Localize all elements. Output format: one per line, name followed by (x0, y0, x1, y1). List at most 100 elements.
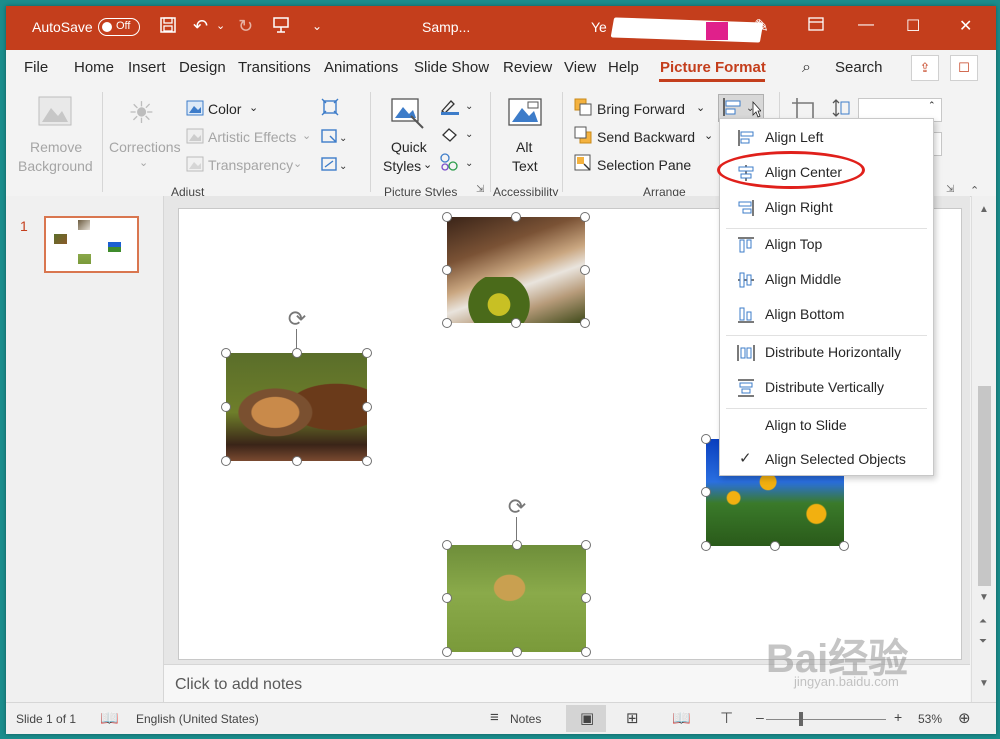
selection-handle[interactable] (442, 212, 452, 222)
rotate-handle-icon[interactable]: ⟳ (505, 495, 529, 519)
tab-file[interactable]: File (24, 59, 48, 76)
spelling-check-icon[interactable]: 📖 (100, 709, 119, 727)
height-spinner-icon[interactable]: ⌃ (928, 100, 936, 111)
selection-handle[interactable] (701, 487, 711, 497)
transparency-label[interactable]: Transparency (208, 157, 293, 173)
save-icon[interactable] (159, 16, 177, 38)
selection-handle[interactable] (511, 318, 521, 328)
zoom-out-button[interactable]: – (756, 709, 764, 725)
search-icon[interactable]: ⌕ (802, 59, 811, 77)
tab-home[interactable]: Home (74, 59, 114, 76)
scroll-up-icon[interactable]: ▲ (979, 204, 989, 215)
selection-handle[interactable] (442, 318, 452, 328)
corrections-dropdown-icon[interactable]: ⌄ (139, 156, 148, 169)
zoom-level[interactable]: 53% (918, 712, 942, 726)
tab-animations[interactable]: Animations (324, 59, 398, 76)
selection-handle[interactable] (221, 456, 231, 466)
selection-handle[interactable] (221, 402, 231, 412)
squirrel-picture[interactable] (226, 353, 367, 461)
artistic-effects-label[interactable]: Artistic Effects (208, 129, 296, 145)
designer-pen-icon[interactable]: ✎ (754, 16, 769, 36)
notes-icon[interactable]: ≡ (490, 709, 499, 726)
bring-forward-icon[interactable] (574, 98, 592, 121)
selection-handle[interactable] (512, 540, 522, 550)
previous-slide-icon[interactable]: ⏶ (979, 616, 987, 627)
selection-pane-label[interactable]: Selection Pane (597, 157, 691, 173)
selection-handle[interactable] (442, 265, 452, 275)
tab-view[interactable]: View (564, 59, 596, 76)
slide-show-icon[interactable]: ⊤ (720, 709, 733, 727)
picture-layout-icon[interactable]: ⌄ (439, 152, 475, 177)
tab-slide-show[interactable]: Slide Show (414, 59, 489, 76)
slide-sorter-icon[interactable]: ⊞ (626, 709, 639, 727)
selection-handle[interactable] (581, 540, 591, 550)
menu-item-align-bottom[interactable]: Align Bottom (720, 299, 933, 331)
quick-styles-icon[interactable] (391, 98, 425, 135)
selection-handle[interactable] (839, 541, 849, 551)
selection-handle[interactable] (292, 456, 302, 466)
selection-handle[interactable] (581, 593, 591, 603)
vertical-scrollbar[interactable]: ▲ ▼ ⏶ ⏷ ▼ (971, 196, 996, 702)
scrollbar-thumb[interactable] (978, 386, 991, 586)
send-backward-dropdown-icon[interactable]: ⌄ (704, 129, 713, 142)
menu-item-distribute-horizontally[interactable]: Distribute Horizontally (720, 337, 933, 369)
transparency-dropdown-icon[interactable]: ⌄ (293, 157, 302, 170)
selection-handle[interactable] (580, 318, 590, 328)
selection-pane-icon[interactable] (574, 154, 592, 177)
tab-picture-format[interactable]: Picture Format (660, 59, 766, 76)
comments-icon[interactable]: ☐ (950, 55, 978, 81)
send-backward-icon[interactable] (574, 126, 592, 149)
customize-qat-icon[interactable]: ⌄ (312, 16, 322, 36)
cheetah-picture[interactable] (447, 545, 586, 652)
zoom-slider-thumb[interactable] (799, 712, 803, 726)
change-picture-icon[interactable]: ⌄ (321, 127, 347, 150)
tab-insert[interactable]: Insert (128, 59, 166, 76)
selection-handle[interactable] (362, 456, 372, 466)
share-icon[interactable]: ⇪ (911, 55, 939, 81)
send-backward-label[interactable]: Send Backward (597, 129, 695, 145)
scroll-end-icon[interactable]: ▼ (979, 678, 989, 689)
normal-view-icon[interactable]: ▣ (580, 709, 594, 727)
quick-styles-label-2[interactable]: Styles (383, 158, 421, 174)
reset-picture-icon[interactable]: ⌄ (321, 155, 347, 178)
zoom-in-button[interactable]: + (894, 709, 902, 725)
rotate-handle-icon[interactable]: ⟳ (285, 307, 309, 331)
bring-forward-dropdown-icon[interactable]: ⌄ (696, 101, 705, 114)
size-launcher-icon[interactable]: ⇲ (946, 184, 954, 195)
autosave-toggle[interactable]: Off (98, 18, 140, 36)
language-indicator[interactable]: English (United States) (136, 712, 259, 726)
selection-handle[interactable] (442, 593, 452, 603)
selection-handle[interactable] (770, 541, 780, 551)
notes-placeholder[interactable]: Click to add notes (175, 676, 302, 694)
picture-styles-launcher-icon[interactable]: ⇲ (476, 184, 484, 195)
zoom-slider-track[interactable] (766, 719, 886, 720)
scroll-down-icon[interactable]: ▼ (979, 592, 989, 603)
redo-icon[interactable]: ↻ (238, 16, 253, 36)
picture-border-icon[interactable]: ⌄ (439, 97, 475, 120)
selection-handle[interactable] (442, 540, 452, 550)
selection-handle[interactable] (221, 348, 231, 358)
selection-handle[interactable] (701, 434, 711, 444)
selection-handle[interactable] (292, 348, 302, 358)
selection-handle[interactable] (511, 212, 521, 222)
search-label[interactable]: Search (835, 59, 883, 76)
transparency-icon[interactable] (186, 156, 204, 177)
slide-thumbnail[interactable] (44, 216, 139, 273)
selection-handle[interactable] (442, 647, 452, 657)
color-icon[interactable] (186, 100, 204, 121)
tab-review[interactable]: Review (503, 59, 552, 76)
selection-handle[interactable] (580, 212, 590, 222)
cat-picture[interactable] (447, 217, 585, 323)
color-label[interactable]: Color (208, 101, 241, 117)
maximize-button[interactable]: ☐ (906, 16, 920, 36)
alt-text-label-1[interactable]: Alt (516, 139, 532, 155)
remove-background-icon[interactable] (38, 96, 72, 131)
present-icon[interactable] (272, 16, 290, 38)
selection-handle[interactable] (701, 541, 711, 551)
tab-transitions[interactable]: Transitions (238, 59, 311, 76)
tab-design[interactable]: Design (179, 59, 226, 76)
picture-effects-icon[interactable]: ⌄ (439, 125, 475, 148)
reading-view-icon[interactable]: 📖 (672, 709, 691, 727)
tab-help[interactable]: Help (608, 59, 639, 76)
selection-handle[interactable] (362, 402, 372, 412)
